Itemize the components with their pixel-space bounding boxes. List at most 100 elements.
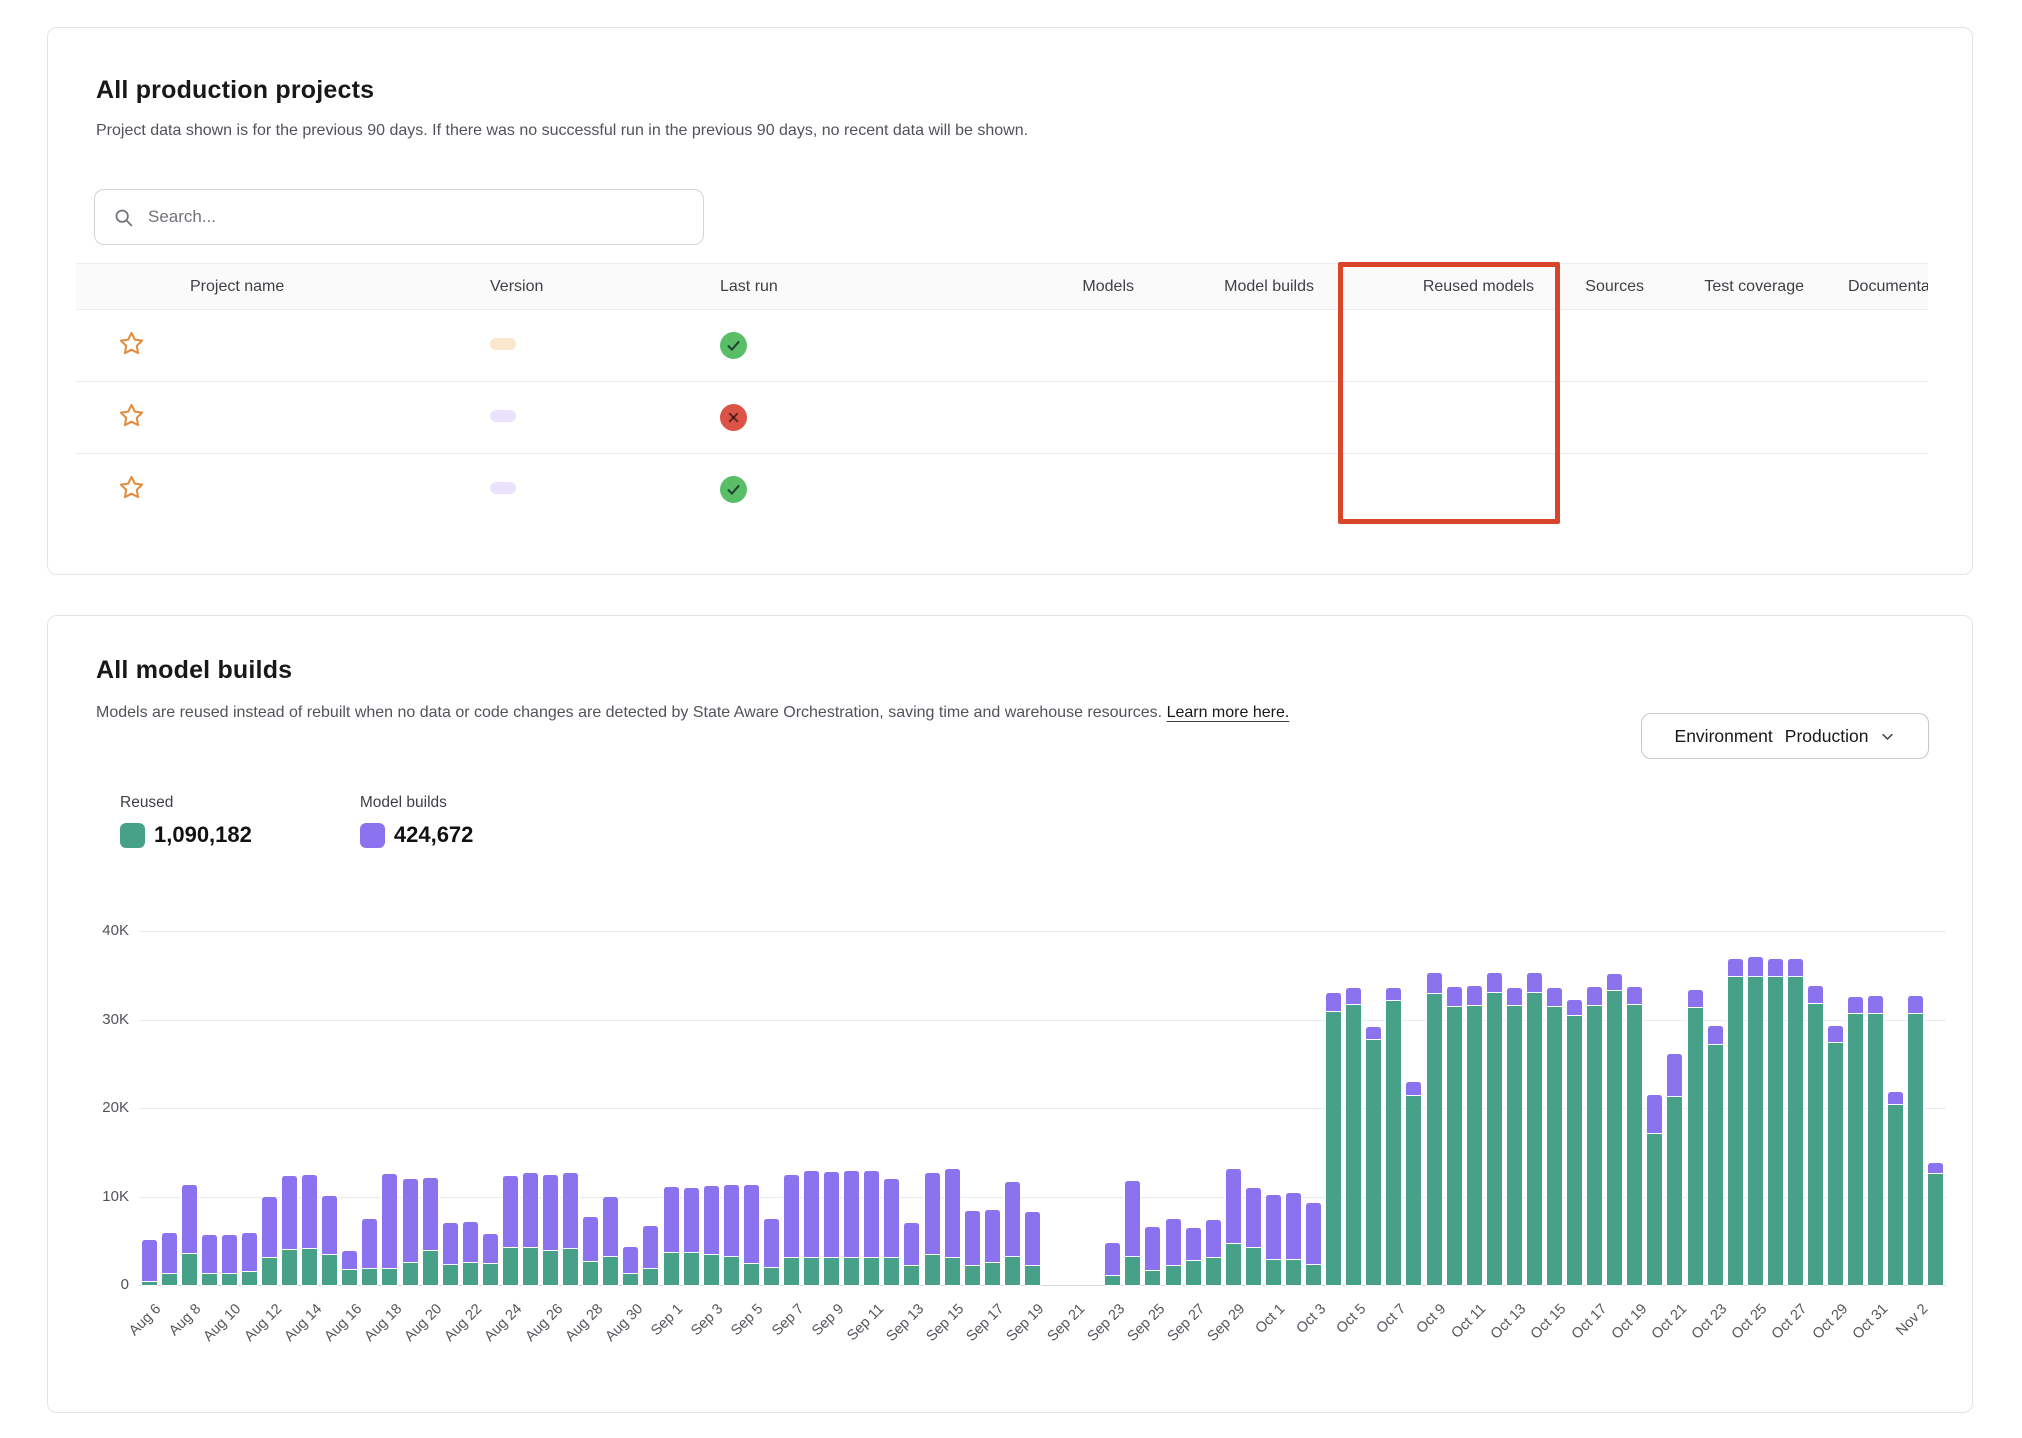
stacked-bar-oct-14 bbox=[1527, 973, 1542, 1285]
bar-segment-reused bbox=[965, 1266, 980, 1285]
stacked-bar-sep-8 bbox=[804, 1171, 819, 1285]
stacked-bar-aug-23 bbox=[483, 1234, 498, 1285]
bar-segment-reused bbox=[483, 1264, 498, 1285]
bar-segment-model-builds bbox=[583, 1217, 598, 1261]
bar-segment-model-builds bbox=[1748, 957, 1763, 976]
stacked-bar-sep-23 bbox=[1105, 1243, 1120, 1285]
bar-segment-reused bbox=[563, 1249, 578, 1285]
bar-segment-reused bbox=[1567, 1016, 1582, 1285]
bar-segment-model-builds bbox=[1326, 993, 1341, 1012]
bar-segment-model-builds bbox=[1105, 1243, 1120, 1275]
environment-select[interactable]: Environment Production bbox=[1641, 713, 1929, 759]
stacked-bar-sep-30 bbox=[1246, 1188, 1261, 1285]
bar-segment-model-builds bbox=[1266, 1195, 1281, 1260]
bar-segment-reused bbox=[1246, 1248, 1261, 1285]
bar-segment-model-builds bbox=[764, 1219, 779, 1267]
bar-segment-reused bbox=[583, 1262, 598, 1285]
bar-segment-model-builds bbox=[684, 1188, 699, 1253]
favorite-star-icon[interactable] bbox=[118, 330, 145, 357]
column-header-documentation: Documentation bbox=[1832, 264, 1928, 310]
model-builds-cell bbox=[1162, 382, 1342, 454]
table-header-row: Project nameVersionLast runModelsModel b… bbox=[76, 264, 1928, 310]
stacked-bar-oct-13 bbox=[1507, 988, 1522, 1285]
favorite-star-icon[interactable] bbox=[118, 474, 145, 501]
stacked-bar-sep-11 bbox=[864, 1171, 879, 1285]
bar-segment-model-builds bbox=[1386, 988, 1401, 1000]
legend-reused-value: 1,090,182 bbox=[154, 822, 252, 848]
bar-segment-reused bbox=[1547, 1007, 1562, 1285]
y-axis-tick-label: 0 bbox=[59, 1276, 129, 1293]
bar-segment-reused bbox=[362, 1269, 377, 1285]
model-builds-cell bbox=[1162, 454, 1342, 526]
bar-segment-reused bbox=[744, 1264, 759, 1285]
learn-more-link[interactable]: Learn more here. bbox=[1167, 704, 1290, 721]
chart-legend: Reused 1,090,182 Model builds 424,672 bbox=[120, 794, 473, 848]
bar-segment-reused bbox=[443, 1265, 458, 1285]
bar-segment-reused bbox=[1166, 1266, 1181, 1285]
bar-segment-model-builds bbox=[1708, 1026, 1723, 1044]
bar-segment-model-builds bbox=[182, 1185, 197, 1253]
project-search[interactable] bbox=[94, 189, 704, 245]
bar-segment-reused bbox=[202, 1274, 217, 1285]
bar-segment-reused bbox=[262, 1258, 277, 1285]
stacked-bar-oct-19 bbox=[1627, 987, 1642, 1285]
bar-segment-model-builds bbox=[1286, 1193, 1301, 1259]
stacked-bar-oct-17 bbox=[1587, 987, 1602, 1285]
column-header-sources: Sources bbox=[1562, 264, 1672, 310]
bar-segment-model-builds bbox=[543, 1175, 558, 1249]
bar-segment-reused bbox=[543, 1251, 558, 1286]
bar-segment-model-builds bbox=[302, 1175, 317, 1248]
legend-builds-label: Model builds bbox=[360, 794, 474, 812]
stacked-bar-aug-27 bbox=[563, 1173, 578, 1286]
bar-segment-reused bbox=[1125, 1257, 1140, 1285]
stacked-bar-aug-11 bbox=[242, 1233, 257, 1285]
stacked-bar-sep-27 bbox=[1186, 1228, 1201, 1285]
bar-segment-model-builds bbox=[262, 1197, 277, 1257]
bar-segment-model-builds bbox=[744, 1185, 759, 1263]
bar-segment-reused bbox=[1748, 977, 1763, 1285]
bar-segment-reused bbox=[1908, 1014, 1923, 1285]
stacked-bar-oct-2 bbox=[1286, 1193, 1301, 1285]
stacked-bar-oct-27 bbox=[1788, 959, 1803, 1285]
test-coverage-cell bbox=[1672, 382, 1832, 454]
x-axis-line bbox=[139, 1285, 1946, 1286]
stacked-bar-sep-18 bbox=[1005, 1182, 1020, 1285]
stacked-bar-sep-19 bbox=[1025, 1212, 1040, 1285]
stacked-bar-sep-9 bbox=[824, 1172, 839, 1285]
stacked-bar-aug-29 bbox=[603, 1197, 618, 1285]
favorite-column-header bbox=[76, 264, 186, 310]
stacked-bar-oct-9 bbox=[1427, 973, 1442, 1286]
bar-segment-reused bbox=[302, 1249, 317, 1285]
stacked-bar-aug-20 bbox=[423, 1178, 438, 1285]
bar-segment-model-builds bbox=[1145, 1227, 1160, 1269]
documentation-cell bbox=[1832, 454, 1928, 526]
stacked-bar-sep-26 bbox=[1166, 1219, 1181, 1285]
bar-segment-model-builds bbox=[1688, 990, 1703, 1007]
stacked-bar-oct-15 bbox=[1547, 988, 1562, 1285]
stacked-bar-oct-22 bbox=[1688, 990, 1703, 1285]
stacked-bar-sep-25 bbox=[1145, 1227, 1160, 1285]
version-badge bbox=[490, 410, 516, 422]
stacked-bar-oct-30 bbox=[1848, 997, 1863, 1285]
bar-segment-reused bbox=[1627, 1005, 1642, 1285]
bar-segment-model-builds bbox=[1406, 1082, 1421, 1094]
model-builds-card: All model builds Models are reused inste… bbox=[47, 615, 1973, 1413]
bar-segment-model-builds bbox=[1246, 1188, 1261, 1247]
bar-segment-model-builds bbox=[824, 1172, 839, 1258]
search-icon bbox=[113, 207, 134, 228]
search-input[interactable] bbox=[148, 207, 685, 227]
favorite-star-icon[interactable] bbox=[118, 402, 145, 429]
models-cell bbox=[1061, 454, 1162, 526]
bar-segment-reused bbox=[1005, 1257, 1020, 1285]
bar-segment-reused bbox=[784, 1258, 799, 1285]
bar-segment-reused bbox=[1667, 1097, 1682, 1285]
bar-segment-reused bbox=[1366, 1040, 1381, 1285]
models-cell bbox=[1061, 382, 1162, 454]
environment-select-label: Environment bbox=[1675, 726, 1773, 747]
stacked-bar-oct-29 bbox=[1828, 1026, 1843, 1285]
bar-segment-model-builds bbox=[483, 1234, 498, 1263]
bar-segment-reused bbox=[1386, 1001, 1401, 1285]
bar-segment-model-builds bbox=[1868, 996, 1883, 1013]
bar-segment-reused bbox=[704, 1255, 719, 1285]
stacked-bar-aug-22 bbox=[463, 1222, 478, 1285]
